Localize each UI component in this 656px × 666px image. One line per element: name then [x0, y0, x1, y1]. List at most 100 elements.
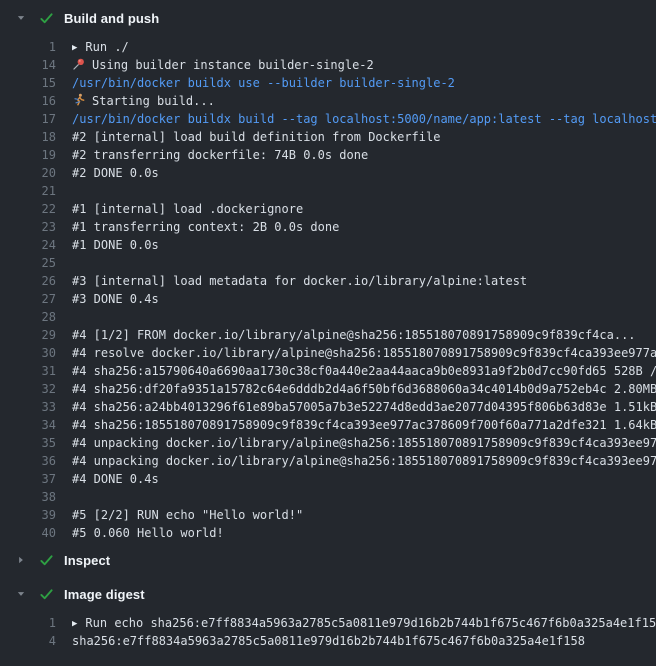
line-text: #5 0.060 Hello world!	[72, 524, 656, 542]
line-text	[72, 308, 656, 326]
line-message: #2 DONE 0.0s	[72, 166, 159, 180]
log-line: 37 #4 DONE 0.4s	[0, 470, 656, 488]
line-number[interactable]: 30	[0, 344, 56, 362]
log-lines: 1 ▶ Run ./ 14 Using builder instance builder…	[0, 38, 656, 542]
line-number[interactable]: 21	[0, 182, 56, 200]
line-text: /usr/bin/docker buildx use --builder bui…	[72, 74, 656, 92]
line-message: #4 resolve docker.io/library/alpine@sha2…	[72, 346, 656, 360]
log-line: 34#4 sha256:185518070891758909c9f839cf4c…	[0, 416, 656, 434]
section-title: Image digest	[64, 587, 145, 602]
log-line: 17/usr/bin/docker buildx build --tag loc…	[0, 110, 656, 128]
line-number[interactable]: 25	[0, 254, 56, 272]
line-message: Using builder instance builder-single-2	[92, 58, 374, 72]
line-number[interactable]: 32	[0, 380, 56, 398]
line-message: #5 [2/2] RUN echo "Hello world!"	[72, 508, 303, 522]
line-text: #3 DONE 0.4s	[72, 290, 656, 308]
line-number[interactable]: 15	[0, 74, 56, 92]
line-number[interactable]: 1	[0, 614, 56, 632]
line-text: #4 sha256:df20fa9351a15782c64e6dddb2d4a6…	[72, 380, 656, 398]
line-text: #4 resolve docker.io/library/alpine@sha2…	[72, 344, 656, 362]
line-number[interactable]: 39	[0, 506, 56, 524]
line-number[interactable]: 16	[0, 92, 56, 110]
line-number[interactable]: 36	[0, 452, 56, 470]
line-text: ▶ Run ./	[72, 38, 656, 56]
section-header-digest[interactable]: Image digest	[0, 584, 656, 604]
log-line: 22 #1 [internal] load .dockerignore	[0, 200, 656, 218]
run-group-expander-icon[interactable]: ▶	[72, 39, 77, 56]
log-line: 29 #4 [1/2] FROM docker.io/library/alpine…	[0, 326, 656, 344]
success-check-icon	[38, 587, 54, 602]
log-line: 15/usr/bin/docker buildx use --builder b…	[0, 74, 656, 92]
line-text: ▶ Run echo sha256:e7ff8834a5963a2785c5a08…	[72, 614, 656, 632]
line-number[interactable]: 17	[0, 110, 56, 128]
log-line: 25	[0, 254, 656, 272]
log-line: 19#2 transferring dockerfile: 74B 0.0s d…	[0, 146, 656, 164]
line-number[interactable]: 23	[0, 218, 56, 236]
log-line: 14 Using builder instance builder-single-…	[0, 56, 656, 74]
log-line: 30 #4 resolve docker.io/library/alpine@sh…	[0, 344, 656, 362]
success-check-icon	[38, 11, 54, 26]
line-message: #2 [internal] load build definition from…	[72, 130, 440, 144]
line-text: #1 DONE 0.0s	[72, 236, 656, 254]
line-message: /usr/bin/docker buildx use --builder bui…	[72, 76, 455, 90]
line-text: #5 [2/2] RUN echo "Hello world!"	[72, 506, 656, 524]
section-header-build[interactable]: Build and push	[0, 8, 656, 28]
log-line: 31 #4 sha256:a15790640a6690aa1730c38cf0a4…	[0, 362, 656, 380]
line-number[interactable]: 28	[0, 308, 56, 326]
line-number[interactable]: 22	[0, 200, 56, 218]
chevron-down-icon[interactable]	[16, 589, 26, 599]
line-message: #1 transferring context: 2B 0.0s done	[72, 220, 339, 234]
log-line: 38	[0, 488, 656, 506]
log-line: 23 #1 transferring context: 2B 0.0s done	[0, 218, 656, 236]
line-number[interactable]: 20	[0, 164, 56, 182]
log-line: 33 #4 sha256:a24bb4013296f61e89ba57005a7b…	[0, 398, 656, 416]
pushpin-icon	[72, 57, 86, 71]
line-message: #3 DONE 0.4s	[72, 292, 159, 306]
log-line: 35#4 unpacking docker.io/library/alpine@…	[0, 434, 656, 452]
line-text: #2 DONE 0.0s	[72, 164, 656, 182]
line-number[interactable]: 18	[0, 128, 56, 146]
line-message: Run ./	[85, 40, 128, 54]
line-text: #2 [internal] load build definition from…	[72, 128, 656, 146]
line-number[interactable]: 29	[0, 326, 56, 344]
chevron-right-icon[interactable]	[16, 555, 26, 565]
line-message: #4 [1/2] FROM docker.io/library/alpine@s…	[72, 328, 636, 342]
line-text: #4 DONE 0.4s	[72, 470, 656, 488]
line-number[interactable]: 38	[0, 488, 56, 506]
chevron-down-icon[interactable]	[16, 13, 26, 23]
log-line: 1 ▶ Run ./	[0, 38, 656, 56]
log-line: 1 ▶ Run echo sha256:e7ff8834a5963a2785c5a0…	[0, 614, 656, 632]
line-number[interactable]: 27	[0, 290, 56, 308]
line-number[interactable]: 26	[0, 272, 56, 290]
line-number[interactable]: 19	[0, 146, 56, 164]
line-number[interactable]: 1	[0, 38, 56, 56]
line-text: Using builder instance builder-single-2	[72, 56, 656, 74]
line-text: #1 [internal] load .dockerignore	[72, 200, 656, 218]
line-message: #4 sha256:df20fa9351a15782c64e6dddb2d4a6…	[72, 382, 656, 396]
section-title: Build and push	[64, 11, 159, 26]
line-message: Run echo sha256:e7ff8834a5963a2785c5a081…	[85, 616, 656, 630]
section-header-inspect[interactable]: Inspect	[0, 550, 656, 570]
log-line: 20 #2 DONE 0.0s	[0, 164, 656, 182]
line-number[interactable]: 24	[0, 236, 56, 254]
line-message: #4 unpacking docker.io/library/alpine@sh…	[72, 454, 656, 468]
line-number[interactable]: 33	[0, 398, 56, 416]
run-group-expander-icon[interactable]: ▶	[72, 615, 77, 632]
line-number[interactable]: 34	[0, 416, 56, 434]
log-section-digest: Image digest 1 ▶ Run echo sha256:e7ff8834a5…	[0, 584, 656, 650]
log-line: 39 #5 [2/2] RUN echo "Hello world!"	[0, 506, 656, 524]
line-text: #4 sha256:a24bb4013296f61e89ba57005a7b3e…	[72, 398, 656, 416]
log-line: 16 Starting build...	[0, 92, 656, 110]
line-number[interactable]: 35	[0, 434, 56, 452]
line-text: #4 [1/2] FROM docker.io/library/alpine@s…	[72, 326, 656, 344]
line-text: Starting build...	[72, 92, 656, 110]
line-number[interactable]: 4	[0, 632, 56, 650]
line-number[interactable]: 37	[0, 470, 56, 488]
line-message: #4 sha256:a15790640a6690aa1730c38cf0a440…	[72, 364, 656, 378]
line-message: #5 0.060 Hello world!	[72, 526, 224, 540]
runner-icon	[72, 93, 86, 107]
line-number[interactable]: 31	[0, 362, 56, 380]
line-number[interactable]: 14	[0, 56, 56, 74]
log-line: 18 #2 [internal] load build definition fr…	[0, 128, 656, 146]
line-number[interactable]: 40	[0, 524, 56, 542]
